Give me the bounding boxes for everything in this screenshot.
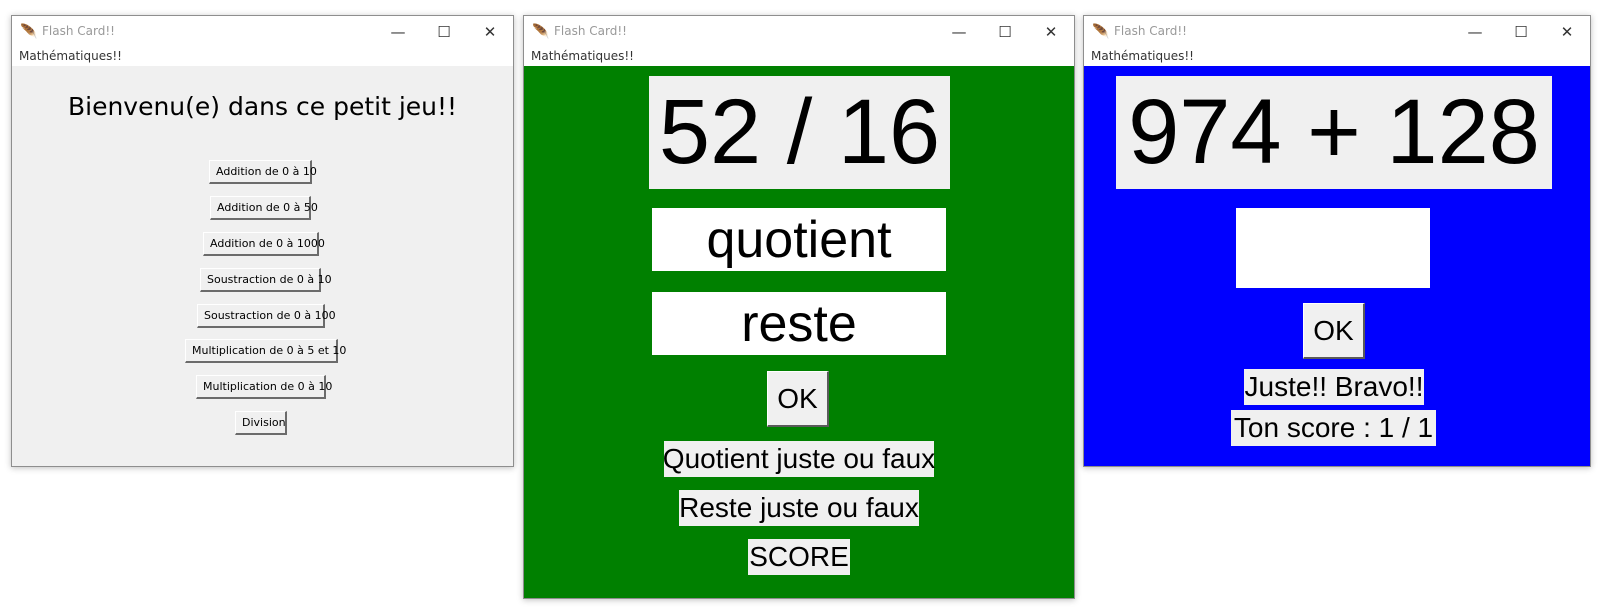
close-icon[interactable]: ✕ bbox=[1544, 16, 1590, 47]
title-bar[interactable]: 🪶 Flash Card!! — ☐ ✕ bbox=[524, 16, 1074, 47]
welcome-heading: Bienvenu(e) dans ce petit jeu!! bbox=[67, 92, 458, 121]
division-button[interactable]: Division bbox=[235, 411, 287, 435]
close-icon[interactable]: ✕ bbox=[467, 16, 513, 47]
window-title: Flash Card!! bbox=[42, 24, 115, 38]
addition-window: 🪶 Flash Card!! — ☐ ✕ Mathématiques!! 974… bbox=[1083, 15, 1591, 467]
maximize-icon[interactable]: ☐ bbox=[1498, 16, 1544, 47]
addition-0-50-button[interactable]: Addition de 0 à 50 bbox=[210, 196, 318, 220]
feather-icon: 🪶 bbox=[1092, 24, 1110, 40]
title-bar[interactable]: 🪶 Flash Card!! — ☐ ✕ bbox=[12, 16, 513, 47]
score-label: Ton score : 1 / 1 bbox=[1231, 410, 1436, 446]
menu-content: Bienvenu(e) dans ce petit jeu!! Addition… bbox=[12, 66, 513, 466]
menu-mathematiques[interactable]: Mathématiques!! bbox=[531, 49, 634, 63]
addition-0-10-button[interactable]: Addition de 0 à 10 bbox=[209, 160, 317, 184]
ok-button[interactable]: OK bbox=[1303, 303, 1365, 359]
feather-icon: 🪶 bbox=[532, 24, 550, 40]
quotient-feedback: Quotient juste ou faux bbox=[663, 441, 935, 477]
problem-display: 974 + 128 bbox=[1116, 76, 1552, 189]
multiplication-0-10-button[interactable]: Multiplication de 0 à 10 bbox=[196, 375, 332, 399]
feedback-label: Juste!! Bravo!! bbox=[1244, 369, 1424, 405]
score-label: SCORE bbox=[748, 539, 850, 575]
remainder-feedback: Reste juste ou faux bbox=[679, 490, 919, 526]
minimize-icon[interactable]: — bbox=[936, 16, 982, 47]
division-content: 52 / 16 quotient reste OK Quotient juste… bbox=[524, 66, 1074, 598]
addition-content: 974 + 128 OK Juste!! Bravo!! Ton score :… bbox=[1084, 66, 1590, 466]
soustraction-0-10-button[interactable]: Soustraction de 0 à 10 bbox=[200, 268, 332, 292]
problem-display: 52 / 16 bbox=[649, 76, 950, 189]
minimize-icon[interactable]: — bbox=[375, 16, 421, 47]
window-title: Flash Card!! bbox=[1114, 24, 1187, 38]
quotient-input[interactable]: quotient bbox=[652, 208, 946, 271]
menu-bar: Mathématiques!! bbox=[1084, 47, 1590, 66]
minimize-icon[interactable]: — bbox=[1452, 16, 1498, 47]
soustraction-0-100-button[interactable]: Soustraction de 0 à 100 bbox=[197, 304, 336, 328]
addition-0-1000-button[interactable]: Addition de 0 à 1000 bbox=[203, 232, 325, 256]
menu-window: 🪶 Flash Card!! — ☐ ✕ Mathématiques!! Bie… bbox=[11, 15, 514, 467]
menu-bar: Mathématiques!! bbox=[12, 47, 513, 66]
menu-mathematiques[interactable]: Mathématiques!! bbox=[1091, 49, 1194, 63]
maximize-icon[interactable]: ☐ bbox=[421, 16, 467, 47]
remainder-input[interactable]: reste bbox=[652, 292, 946, 355]
menu-mathematiques[interactable]: Mathématiques!! bbox=[19, 49, 122, 63]
ok-button[interactable]: OK bbox=[767, 371, 829, 427]
answer-input[interactable] bbox=[1236, 208, 1430, 288]
title-bar[interactable]: 🪶 Flash Card!! — ☐ ✕ bbox=[1084, 16, 1590, 47]
menu-bar: Mathématiques!! bbox=[524, 47, 1074, 66]
multiplication-0-5-10-button[interactable]: Multiplication de 0 à 5 et 10 bbox=[185, 339, 346, 363]
feather-icon: 🪶 bbox=[20, 24, 38, 40]
maximize-icon[interactable]: ☐ bbox=[982, 16, 1028, 47]
close-icon[interactable]: ✕ bbox=[1028, 16, 1074, 47]
window-title: Flash Card!! bbox=[554, 24, 627, 38]
division-window: 🪶 Flash Card!! — ☐ ✕ Mathématiques!! 52 … bbox=[523, 15, 1075, 599]
